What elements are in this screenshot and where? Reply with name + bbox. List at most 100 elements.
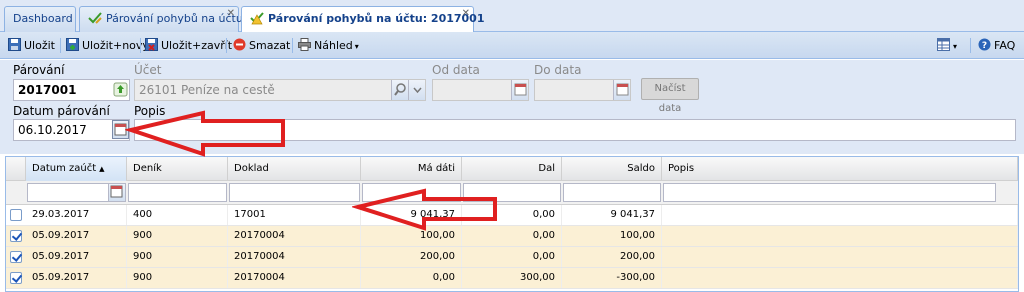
- datum-parovani-label: Datum párování: [13, 104, 110, 118]
- ucet-dropdown-button: [408, 80, 425, 100]
- close-icon[interactable]: ✕: [227, 8, 235, 20]
- delete-button[interactable]: Smazat: [233, 36, 290, 55]
- tab-label: Párování pohybů na účtu: [106, 12, 243, 25]
- parovani-label: Párování: [13, 63, 65, 77]
- cell-doklad: 17001: [228, 205, 361, 225]
- do-data-calendar-button: [613, 80, 630, 100]
- cell-dal: 0,00: [462, 205, 562, 225]
- cell-datum: 05.09.2017: [26, 268, 127, 288]
- movements-grid: Datum zaúčt ▲ Deník Doklad Má dáti Dal Sa…: [5, 156, 1019, 292]
- toolbar-separator: [140, 38, 141, 53]
- cell-saldo: -300,00: [562, 268, 662, 288]
- toolbar: Uložit Uložit+nový Uložit+zavřít Smazat …: [0, 32, 1024, 59]
- ucet-search-button: [391, 80, 408, 100]
- dropdown-arrow-icon: ▾: [354, 42, 359, 51]
- filter-popis-input[interactable]: [663, 183, 996, 202]
- calendar-icon: [114, 123, 127, 136]
- datum-calendar-button[interactable]: [112, 120, 129, 139]
- table-row[interactable]: 29.03.2017 400 17001 9 041,37 0,00 9 041…: [6, 205, 1018, 226]
- nacist-data-button: Načíst data: [641, 78, 699, 114]
- cell-dal: 0,00: [462, 226, 562, 246]
- cell-denik: 900: [127, 268, 228, 288]
- column-header-saldo[interactable]: Saldo: [562, 157, 662, 181]
- column-header-doklad[interactable]: Doklad: [228, 157, 361, 181]
- tab-label: Párování pohybů na účtu: 2017001: [268, 12, 485, 25]
- toolbar-separator: [60, 38, 61, 53]
- save-button[interactable]: Uložit: [8, 36, 55, 55]
- svg-text:?: ?: [982, 41, 987, 51]
- toolbar-separator: [292, 38, 293, 53]
- save-new-button[interactable]: Uložit+nový: [66, 36, 149, 55]
- cell-ma-dati: 200,00: [361, 247, 462, 267]
- ucet-field: 26101 Peníze na cestě: [134, 79, 426, 101]
- column-header-ma-dati[interactable]: Má dáti: [361, 157, 462, 181]
- toolbar-separator: [226, 38, 227, 53]
- filter-dal-input[interactable]: [463, 183, 561, 202]
- cell-doklad: 20170004: [228, 247, 361, 267]
- table-row[interactable]: 05.09.2017 900 20170004 0,00 300,00 -300…: [6, 268, 1018, 289]
- delete-icon: [233, 38, 246, 51]
- column-header-popis[interactable]: Popis: [662, 157, 1018, 181]
- filter-datum-calendar-button[interactable]: [108, 184, 125, 201]
- tab-parovani-detail[interactable]: Párování pohybů na účtu: 2017001 ✕: [241, 6, 485, 33]
- parovani-open-button[interactable]: [113, 80, 130, 100]
- calendar-icon: [514, 83, 527, 96]
- magnifier-icon: [394, 83, 406, 96]
- tab-dashboard[interactable]: Dashboard: [4, 6, 76, 32]
- green-arrow-icon: [113, 82, 128, 97]
- cell-ma-dati: 9 041,37: [361, 205, 462, 225]
- floppy-icon: [8, 38, 21, 51]
- do-data-label: Do data: [534, 63, 582, 77]
- column-header-dal[interactable]: Dal: [462, 157, 562, 181]
- grid-layout-icon: [937, 38, 950, 51]
- help-icon: ?: [978, 38, 991, 51]
- cell-dal: 300,00: [462, 268, 562, 288]
- save-close-button[interactable]: Uložit+zavřít: [145, 36, 232, 55]
- calendar-icon: [110, 185, 123, 198]
- cell-popis: [662, 205, 1018, 225]
- tab-parovani-list[interactable]: Párování pohybů na účtu ✕: [79, 6, 243, 32]
- cell-doklad: 20170004: [228, 268, 361, 288]
- cell-saldo: 100,00: [562, 226, 662, 246]
- close-icon[interactable]: ✕: [462, 8, 470, 20]
- cell-saldo: 9 041,37: [562, 205, 662, 225]
- chevron-down-icon: [413, 87, 422, 94]
- floppy-close-icon: [145, 38, 158, 51]
- cell-ma-dati: 0,00: [361, 268, 462, 288]
- cell-ma-dati: 100,00: [361, 226, 462, 246]
- row-checkbox[interactable]: [10, 251, 22, 263]
- table-row[interactable]: 05.09.2017 900 20170004 100,00 0,00 100,…: [6, 226, 1018, 247]
- faq-button[interactable]: ? FAQ: [978, 36, 1015, 55]
- popis-field[interactable]: [134, 119, 1016, 141]
- tab-bar: Dashboard Párování pohybů na účtu ✕ Páro…: [0, 0, 1024, 33]
- tab-label: Dashboard: [13, 12, 73, 25]
- table-row[interactable]: 05.09.2017 900 20170004 200,00 0,00 200,…: [6, 247, 1018, 268]
- form-panel: Párování 2017001 Účet 26101 Peníze na ce…: [0, 60, 1024, 154]
- cell-doklad: 20170004: [228, 226, 361, 246]
- filter-ma-dati-input[interactable]: [362, 183, 461, 202]
- column-header-datum[interactable]: Datum zaúčt ▲: [26, 157, 127, 181]
- toolbar-separator: [970, 38, 971, 53]
- cell-datum: 05.09.2017: [26, 226, 127, 246]
- row-checkbox[interactable]: [10, 272, 22, 284]
- cell-saldo: 200,00: [562, 247, 662, 267]
- row-checkbox[interactable]: [10, 230, 22, 242]
- popis-label: Popis: [134, 104, 166, 118]
- sort-asc-icon: ▲: [99, 165, 105, 173]
- dropdown-arrow-icon: ▾: [953, 42, 958, 51]
- cell-dal: 0,00: [462, 247, 562, 267]
- filter-doklad-input[interactable]: [229, 183, 360, 202]
- filter-saldo-input[interactable]: [563, 183, 661, 202]
- od-data-label: Od data: [432, 63, 480, 77]
- row-checkbox[interactable]: [10, 209, 22, 221]
- cell-denik: 900: [127, 226, 228, 246]
- printer-icon: [298, 38, 311, 51]
- floppy-plus-icon: [66, 38, 79, 51]
- column-header-denik[interactable]: Deník: [127, 157, 228, 181]
- preview-button[interactable]: Náhled ▾: [298, 36, 359, 55]
- filter-denik-input[interactable]: [128, 183, 227, 202]
- cell-datum: 29.03.2017: [26, 205, 127, 225]
- check-pencil-icon: [88, 12, 102, 24]
- cell-datum: 05.09.2017: [26, 247, 127, 267]
- layout-menu-button[interactable]: ▾: [937, 36, 957, 55]
